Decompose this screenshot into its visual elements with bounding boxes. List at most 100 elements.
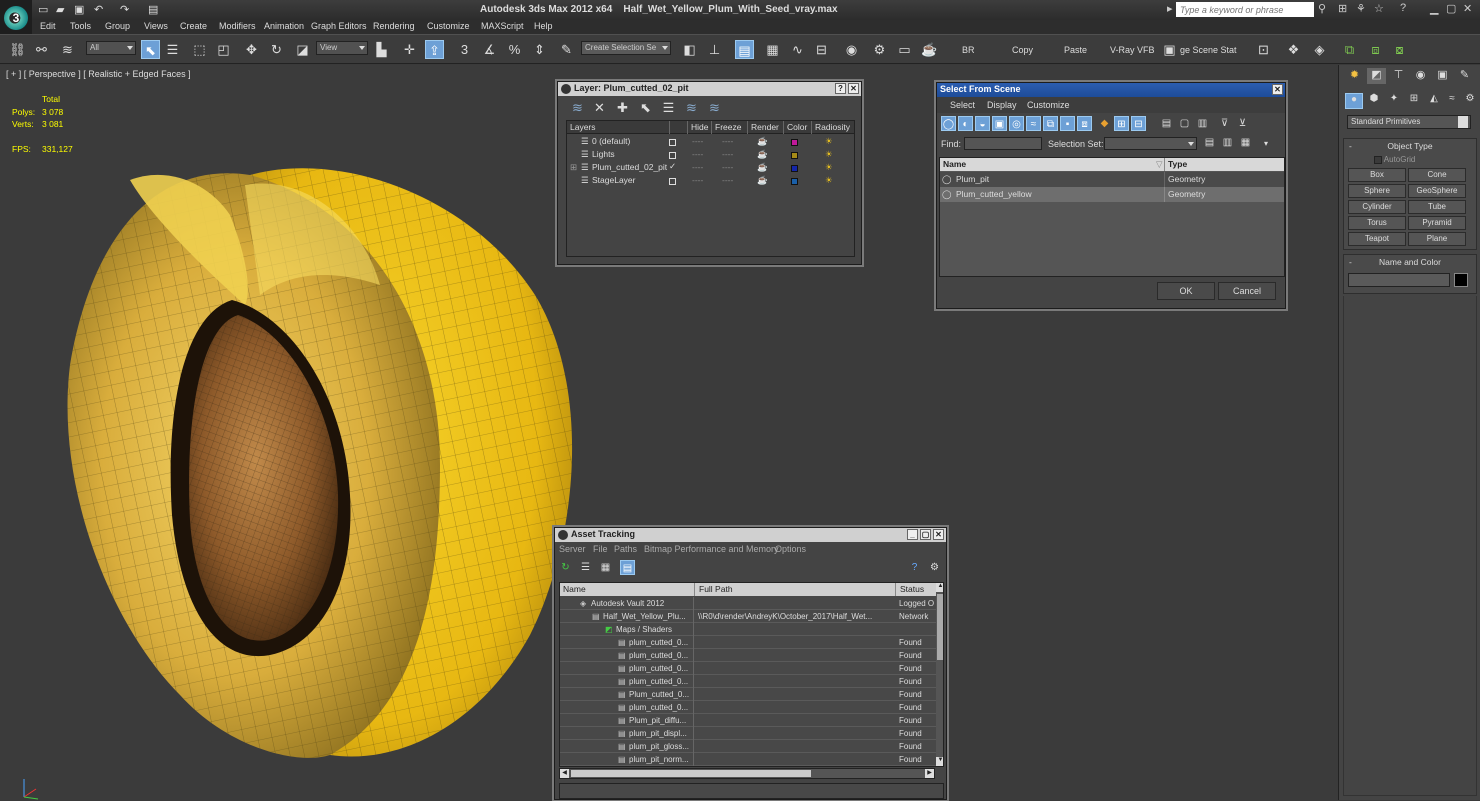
asset-row[interactable]: ▤ plum_cutted_0... Found (560, 675, 936, 688)
communication-icon[interactable]: ⚘ (1356, 2, 1366, 15)
schematic-view-icon[interactable]: ⊟ (812, 40, 831, 59)
autogrid-checkbox[interactable] (1374, 155, 1382, 164)
plane-button[interactable]: Plane (1408, 232, 1466, 246)
layer-row[interactable]: ☰ StageLayer ---- ---- ☕ ☀ (567, 175, 853, 188)
snaps-toggle-icon[interactable]: 3 (455, 40, 474, 59)
asset-menu-options[interactable]: Options (775, 544, 806, 554)
select-object-icon[interactable]: ⬉ (141, 40, 160, 59)
menu-modifiers[interactable]: Modifiers (219, 21, 256, 31)
freeze-toggle[interactable]: ---- (722, 175, 733, 185)
render-teapot-icon[interactable]: ☕ (757, 175, 768, 186)
asset-menu-file[interactable]: File (593, 544, 608, 554)
filter-icon[interactable]: ⊽ (1217, 116, 1232, 131)
scene-states-button[interactable]: ge Scene Stat (1180, 45, 1237, 55)
col-name[interactable]: Name (943, 159, 966, 169)
curve-editor-icon[interactable]: ∿ (788, 40, 807, 59)
spacewarps-category-icon[interactable]: ≈ (1443, 93, 1461, 109)
rectangular-selection-icon[interactable]: ⬚ (190, 40, 209, 59)
asset-menu-bitmap[interactable]: Bitmap Performance and Memory (644, 544, 779, 554)
expand-icon[interactable]: ⊞ (570, 162, 577, 173)
scale-icon[interactable]: ◪ (293, 40, 312, 59)
name-and-color-header[interactable]: - Name and Color (1344, 255, 1476, 269)
menu-customize[interactable]: Customize (427, 21, 470, 31)
primitive-type-dropdown[interactable]: Standard Primitives (1347, 115, 1471, 129)
helpers-category-icon[interactable]: ◭ (1425, 93, 1443, 109)
autogrid-option[interactable]: AutoGrid (1374, 155, 1415, 164)
create-tab-icon[interactable]: ✹ (1345, 68, 1364, 84)
percent-snap-icon[interactable]: % (505, 40, 524, 59)
display-bones-icon[interactable]: ⧈ (1077, 116, 1092, 131)
asset-row[interactable]: ▤ plum_cutted_0... Found (560, 636, 936, 649)
scroll-right-icon[interactable]: ▶ (925, 769, 934, 778)
selection-set-dropdown[interactable] (1104, 137, 1197, 150)
asset-row[interactable]: ▤ Plum_cutted_0... Found (560, 688, 936, 701)
undo-icon[interactable]: ↶ (94, 3, 103, 16)
help-icon[interactable]: ? (1400, 2, 1406, 14)
radiosity-icon[interactable]: ☀ (825, 136, 833, 147)
layer-color-swatch[interactable] (791, 139, 798, 146)
more-dropdown-icon[interactable]: ▾ (1264, 139, 1268, 148)
teapot-button[interactable]: Teapot (1348, 232, 1406, 246)
close-icon[interactable]: ✕ (1272, 84, 1283, 95)
sfs-row[interactable]: ◯ Plum_cutted_yellow Geometry (940, 187, 1284, 202)
hide-all-layers-icon[interactable]: ≋ (682, 98, 701, 117)
layer-color-swatch[interactable] (791, 165, 798, 172)
display-cameras-icon[interactable]: ▣ (992, 116, 1007, 131)
mirror-icon[interactable]: ◧ (680, 40, 699, 59)
display-tab-icon[interactable]: ▣ (1433, 68, 1452, 84)
cameras-category-icon[interactable]: ⊞ (1405, 93, 1423, 109)
menu-animation[interactable]: Animation (264, 21, 304, 31)
asset-row[interactable]: ▤ plum_cutted_0... Found (560, 701, 936, 714)
new-layer-icon[interactable]: ≋ (568, 98, 587, 117)
col-render[interactable]: Render (747, 121, 779, 134)
angle-snap-icon[interactable]: ∡ (480, 40, 499, 59)
link-icon[interactable]: ⛓ (8, 40, 27, 59)
render-teapot-icon[interactable]: ☕ (757, 162, 768, 173)
window-crossing-icon[interactable]: ◰ (214, 40, 233, 59)
find-input[interactable] (964, 137, 1042, 150)
select-manipulate-icon[interactable]: ✛ (400, 40, 419, 59)
hide-toggle[interactable]: ---- (692, 175, 703, 185)
object-name-input[interactable] (1348, 273, 1450, 287)
hide-toggle[interactable]: ---- (692, 136, 703, 146)
sfs-row[interactable]: ◯ Plum_pit Geometry (940, 172, 1284, 187)
object-type-header[interactable]: - Object Type (1344, 139, 1476, 153)
ok-button[interactable]: OK (1157, 282, 1215, 300)
freeze-toggle[interactable]: ---- (722, 149, 733, 159)
layer-color-swatch[interactable] (791, 178, 798, 185)
highlight-layer-icon[interactable]: ☰ (659, 98, 678, 117)
edit-named-selection-icon[interactable]: ✎ (557, 40, 576, 59)
asset-row[interactable]: ▤ plum_pit_displ... Found (560, 727, 936, 740)
horizontal-scrollbar[interactable]: ◀ ▶ (559, 768, 935, 779)
bind-spacewarp-icon[interactable]: ≋ (58, 40, 77, 59)
display-frozen-icon[interactable]: ⊞ (1114, 116, 1129, 131)
redo-icon[interactable]: ↷ (120, 3, 129, 16)
layer-window-titlebar[interactable]: Layer: Plum_cutted_02_pit ? ✕ (558, 82, 861, 96)
table-view-icon[interactable]: ▤ (620, 560, 635, 575)
ribbon-icon[interactable]: ▦ (763, 40, 782, 59)
select-none-icon[interactable]: ▢ (1177, 116, 1192, 131)
render-teapot-icon[interactable]: ☕ (757, 149, 768, 160)
col-freeze[interactable]: Freeze (711, 121, 741, 134)
select-in-layer-icon[interactable]: ⬉ (636, 98, 655, 117)
named-selection-sets-input[interactable]: Create Selection Se (581, 41, 671, 55)
material-editor-icon[interactable]: ◉ (842, 40, 861, 59)
asset-row[interactable]: ▤ plum_cutted_0... Found (560, 662, 936, 675)
rotate-icon[interactable]: ↻ (267, 40, 286, 59)
cone-button[interactable]: Cone (1408, 168, 1466, 182)
hscrollbar-thumb[interactable] (571, 770, 811, 777)
app-logo[interactable]: 3 (0, 0, 32, 36)
menu-edit[interactable]: Edit (40, 21, 56, 31)
scrollbar-thumb[interactable] (937, 594, 943, 660)
minimize-icon[interactable]: ▁ (1430, 2, 1438, 15)
collapse-icon[interactable]: - (1349, 139, 1352, 153)
col-color[interactable]: Color (783, 121, 807, 134)
display-containers-icon[interactable]: ◆ (1097, 116, 1112, 131)
layer-row-current[interactable]: ⊞ ☰ Plum_cutted_02_pit ✓ ---- ---- ☕ ☀ (567, 161, 853, 175)
close-icon[interactable]: ✕ (848, 83, 859, 94)
project-folder-icon[interactable]: ▤ (148, 3, 158, 16)
menu-tools[interactable]: Tools (70, 21, 91, 31)
torus-button[interactable]: Torus (1348, 216, 1406, 230)
scroll-up-icon[interactable]: ▲ (936, 583, 943, 592)
refresh-icon[interactable]: ↻ (558, 560, 573, 575)
